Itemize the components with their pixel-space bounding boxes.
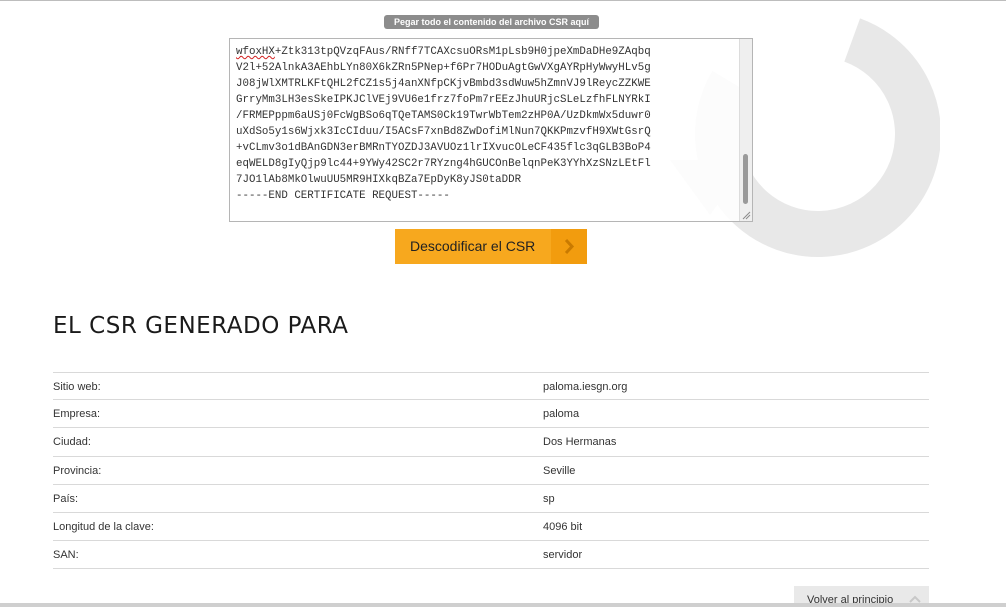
csr-line: /FRMEPppm6aUSj0FcWgBSo6qTQeTAMS0Ck19TwrW… <box>236 110 651 122</box>
decode-csr-button[interactable]: Descodificar el CSR <box>395 229 587 264</box>
chevron-right-icon <box>551 229 587 264</box>
resize-grip-icon[interactable] <box>741 210 751 220</box>
csr-line: +vCLmv3o1dBAnGDN3erBMRnTYOZDJ3AVUOz1lrIX… <box>236 142 651 154</box>
table-row: Sitio web: paloma.iesgn.org <box>53 372 929 401</box>
table-row: Ciudad: Dos Hermanas <box>53 428 929 457</box>
csr-line: V2l+52AlnkA3AEhbLYn80X6kZRn5PNep+f6Pr7HO… <box>236 62 651 74</box>
csr-text-content[interactable]: wfoxHX+Ztk313tpQVzqFAus/RNff7TCAXcsuORsM… <box>236 44 696 204</box>
csr-line: J08jWlXMTRLKFtQHL2fCZ1s5j4anXNfpCKjvBmbd… <box>236 78 651 90</box>
decode-csr-button-label: Descodificar el CSR <box>410 238 536 254</box>
detail-key: País: <box>53 492 79 505</box>
csr-line: GrryMm3LH3esSkeIPKJClVEj9VU6e1frz7foPm7r… <box>236 94 651 106</box>
detail-value: servidor <box>543 549 583 562</box>
csr-textarea[interactable]: wfoxHX+Ztk313tpQVzqFAus/RNff7TCAXcsuORsM… <box>229 38 753 222</box>
detail-key: Longitud de la clave: <box>53 520 154 533</box>
table-row: Longitud de la clave: 4096 bit <box>53 513 929 542</box>
detail-value: paloma <box>543 408 580 421</box>
csr-line: 7JO1lAb8MkOlwuUU5MR9HIXkqBZa7EpDyK8yJS0t… <box>236 174 522 186</box>
detail-value: sp <box>543 492 555 505</box>
csr-line: wfoxHX+Ztk313tpQVzqFAus/RNff7TCAXcsuORsM… <box>236 44 696 60</box>
paste-instruction-label: Pegar todo el contenido del archivo CSR … <box>384 15 599 29</box>
csr-details-table: Sitio web: paloma.iesgn.org Empresa: paloma… <box>53 372 929 570</box>
detail-key: SAN: <box>53 549 79 562</box>
detail-value: Seville <box>543 464 576 477</box>
bottom-border <box>0 603 1006 607</box>
csr-line: uXdSo5y1s6Wjxk3IcCIduu/I5ACsF7xnBd8ZwDof… <box>236 126 651 138</box>
textarea-scrollbar[interactable] <box>739 39 752 221</box>
detail-key: Provincia: <box>53 464 102 477</box>
top-border <box>0 0 1006 1</box>
detail-key: Ciudad: <box>53 436 91 449</box>
detail-key: Empresa: <box>53 408 101 421</box>
section-title: EL CSR GENERADO PARA <box>53 313 349 339</box>
table-row: País: sp <box>53 485 929 513</box>
detail-value: Dos Hermanas <box>543 436 617 449</box>
csr-line-rest: +Ztk313tpQVzqFAus/RNff7TCAXcsuORsM1pLsb9… <box>274 46 651 58</box>
textarea-scroll-thumb[interactable] <box>743 154 748 204</box>
spellcheck-marked-token: wfoxHX <box>236 46 275 58</box>
detail-value: 4096 bit <box>543 520 583 533</box>
detail-value: paloma.iesgn.org <box>543 381 628 393</box>
csr-line: eqWELD8gIyQjp9lc44+9YWy42SC2r7RYzng4hGUC… <box>236 158 651 170</box>
table-row: SAN: servidor <box>53 541 929 570</box>
detail-key: Sitio web: <box>53 381 101 393</box>
csr-line: -----END CERTIFICATE REQUEST----- <box>236 190 450 202</box>
table-row: Empresa: paloma <box>53 400 929 429</box>
table-row: Provincia: Seville <box>53 457 929 485</box>
